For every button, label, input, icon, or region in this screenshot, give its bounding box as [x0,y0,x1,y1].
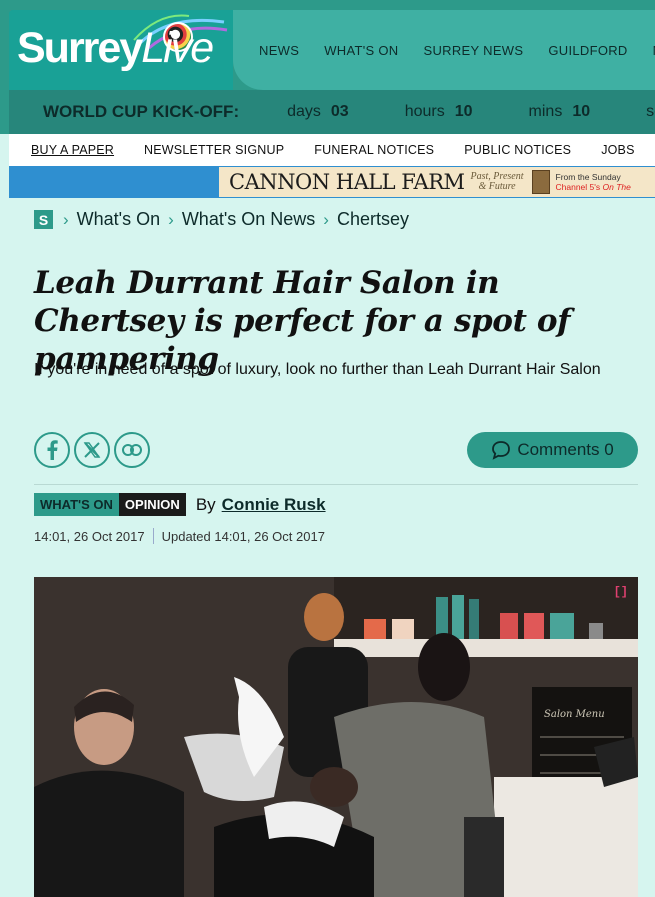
advert-side-text: From the Sunday Channel 5's On The [555,172,631,192]
date-separator [152,528,154,544]
comments-button[interactable]: Comments 0 [467,432,638,468]
expand-image-icon[interactable]: [] [614,585,628,599]
breadcrumb-whats-on-news[interactable]: What's On News [182,209,315,230]
countdown-mins-label: mins [528,103,563,120]
nav-news[interactable]: NEWS [259,43,299,58]
article-dates: 14:01, 26 Oct 2017 Updated 14:01, 26 Oct… [34,528,325,544]
updated-date: Updated 14:01, 26 Oct 2017 [161,528,325,544]
nav-guildford[interactable]: GUILDFORD [548,43,627,58]
chevron-right-icon: › [323,209,329,229]
opinion-tag: OPINION [118,493,186,516]
salon-photo: Salon Menu [34,577,638,897]
countdown-title: WORLD CUP KICK-OFF: [43,102,240,121]
link-icon[interactable] [114,432,150,468]
countdown-days-label: days [287,103,321,120]
countdown-days-value: 03 [330,103,349,120]
subnav-buy-a-paper[interactable]: BUY A PAPER [31,143,114,157]
nav-whats-on[interactable]: WHAT'S ON [324,43,398,58]
subnav-public-notices[interactable]: PUBLIC NOTICES [464,143,571,157]
chevron-right-icon: › [168,209,174,229]
secondary-nav: BUY A PAPER NEWSLETTER SIGNUP FUNERAL NO… [9,134,655,166]
comments-label: Comments 0 [517,440,614,459]
speech-bubble-icon [492,441,511,460]
subnav-newsletter-signup[interactable]: NEWSLETTER SIGNUP [144,143,284,157]
world-cup-countdown: WORLD CUP KICK-OFF: days 03 hours 10 min… [9,90,655,134]
site-logo[interactable]: SurreyLive [9,10,233,90]
countdown-hours-label: hours [404,103,445,120]
countdown-hours-value: 10 [454,103,473,120]
subnav-jobs[interactable]: JOBS [601,143,634,157]
svg-text:Salon Menu: Salon Menu [544,709,605,720]
countdown-sec-label: sec [646,103,655,120]
countdown-mins-value: 10 [572,103,591,120]
logo-text: SurreyLive [17,24,214,72]
chevron-right-icon: › [63,209,69,229]
advert-image [531,170,550,194]
advert-title: CANNON HALL FARM [229,170,465,194]
article-image[interactable]: Salon Menu [] [34,577,638,897]
byline-prefix: By [195,494,216,514]
section-tag[interactable]: WHAT'S ON [34,493,119,516]
x-icon[interactable] [74,432,110,468]
breadcrumb-chertsey[interactable]: Chertsey [337,209,409,230]
nav-surrey-news[interactable]: SURREY NEWS [423,43,523,58]
facebook-icon[interactable] [34,432,70,468]
published-date: 14:01, 26 Oct 2017 [34,528,145,544]
advert-bar: CANNON HALL FARM Past, Present & Future F… [9,166,655,198]
share-buttons [34,432,150,468]
breadcrumb: S › What's On › What's On News › Chertse… [34,209,417,230]
divider [34,484,638,485]
breadcrumb-whats-on[interactable]: What's On [77,209,160,230]
primary-nav: NEWS WHAT'S ON SURREY NEWS GUILDFORD MO [233,10,655,90]
subnav-funeral-notices[interactable]: FUNERAL NOTICES [314,143,434,157]
byline: WHAT'S ON OPINION By Connie Rusk [34,493,326,516]
site-badge-icon[interactable]: S [34,210,53,229]
article-standfirst: If you're in need of a spot of luxury, l… [34,361,601,378]
advert-banner[interactable]: CANNON HALL FARM Past, Present & Future F… [219,167,655,197]
author-link[interactable]: Connie Rusk [222,495,326,515]
advert-tagline: Past, Present & Future [470,171,524,192]
